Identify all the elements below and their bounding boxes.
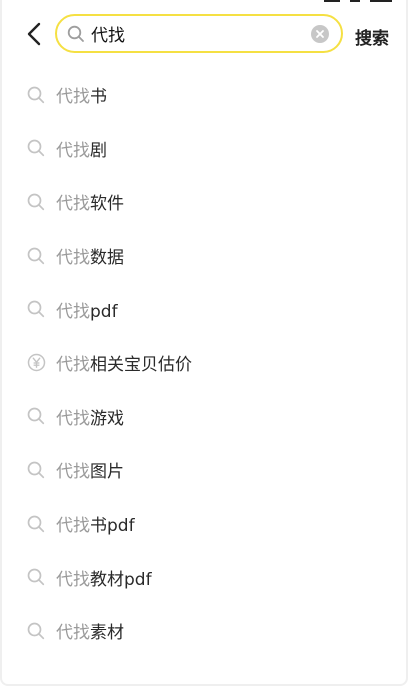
suggestion-rest-text: 软件 [90,194,124,215]
search-icon [26,621,46,641]
suggestion-rest-text: pdf [90,301,118,322]
suggestion-rest-text: 教材pdf [90,569,152,590]
suggestion-match-text: 代找 [56,408,90,429]
search-icon [26,460,46,480]
search-icon [67,25,85,43]
search-icon [26,85,46,105]
search-icon [26,406,46,426]
suggestion-match-text: 代找 [56,140,90,161]
search-icon [26,138,46,158]
suggestion-match-text: 代找 [56,623,90,644]
suggestion-item[interactable]: 代找素材 [2,604,406,658]
signal-icon [324,0,340,2]
suggestion-item[interactable]: 代找剧 [2,122,406,176]
suggestion-rest-text: 相关宝贝估价 [90,355,192,376]
suggestion-text: 代找pdf [56,297,118,322]
suggestion-text: 代找素材 [56,618,124,643]
suggestion-match-text: 代找 [56,569,90,590]
suggestion-text: 代找相关宝贝估价 [56,350,192,375]
suggestion-item[interactable]: 代找书pdf [2,497,406,551]
search-icon [26,246,46,266]
suggestion-text: 代找书 [56,82,107,107]
suggestion-match-text: 代找 [56,248,90,269]
page-frame: 搜索 代找书代找剧代找软件代找数据代找pdf代找相关宝贝估价代找游戏代找图片代找… [0,0,408,686]
clear-search-button[interactable] [311,24,329,43]
suggestion-match-text: 代找 [56,355,90,376]
suggestion-item[interactable]: 代找数据 [2,229,406,283]
suggestion-text: 代找书pdf [56,511,135,536]
suggestion-item[interactable]: 代找图片 [2,443,406,497]
suggestion-text: 代找图片 [56,457,124,482]
suggestion-text: 代找剧 [56,136,107,161]
suggestion-rest-text: 书 [90,87,107,108]
suggestion-match-text: 代找 [56,462,90,483]
suggestion-rest-text: 图片 [90,462,124,483]
suggestion-match-text: 代找 [56,194,90,215]
back-button[interactable] [20,18,48,50]
wifi-icon [350,0,360,2]
suggestion-rest-text: 剧 [90,140,107,161]
status-bar [2,0,406,6]
search-icon [26,567,46,587]
search-input[interactable] [91,18,311,49]
chevron-left-icon [27,22,41,46]
suggestion-item[interactable]: 代找相关宝贝估价 [2,336,406,390]
suggestion-text: 代找游戏 [56,404,124,429]
suggestion-rest-text: 数据 [90,248,124,269]
suggestion-rest-text: 书pdf [90,516,135,537]
price-yen-icon [26,353,46,373]
clear-circle-icon [316,29,324,38]
search-icon [26,299,46,319]
suggestion-text: 代找数据 [56,243,124,268]
status-icons [324,0,392,2]
suggestion-item[interactable]: 代找游戏 [2,390,406,444]
suggestion-match-text: 代找 [56,87,90,108]
suggestion-item[interactable]: 代找书 [2,68,406,122]
search-icon [26,514,46,534]
suggestion-list: 代找书 代找剧 代找软件 代找数据 代找pdf 代找相关宝贝估价 代找游戏 代找图片 代找书pd… [2,68,406,658]
suggestion-item[interactable]: 代找pdf [2,282,406,336]
suggestion-text: 代找教材pdf [56,565,152,590]
battery-icon [370,0,392,2]
suggestion-match-text: 代找 [56,301,90,322]
suggestion-item[interactable]: 代找软件 [2,175,406,229]
suggestion-rest-text: 游戏 [90,408,124,429]
suggestion-rest-text: 素材 [90,623,124,644]
search-submit-button[interactable]: 搜索 [355,24,389,49]
search-icon [26,192,46,212]
suggestion-match-text: 代找 [56,516,90,537]
suggestion-item[interactable]: 代找教材pdf [2,550,406,604]
suggestion-text: 代找软件 [56,189,124,214]
search-box[interactable] [55,14,343,53]
